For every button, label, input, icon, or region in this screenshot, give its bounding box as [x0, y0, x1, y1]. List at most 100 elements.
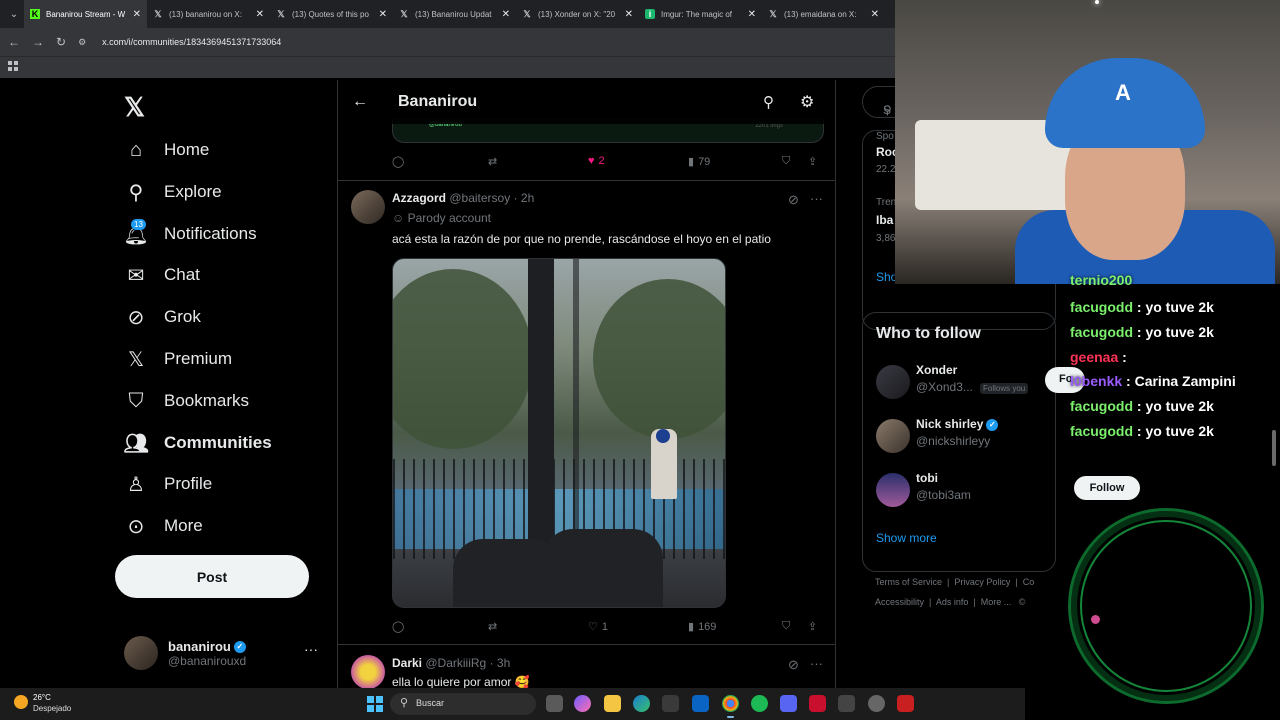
x-logo-icon[interactable]: 𝕏 — [124, 92, 145, 123]
edge-icon[interactable] — [633, 695, 650, 712]
tab-search-button[interactable]: ⌄ — [4, 4, 24, 24]
follow-button[interactable]: Follow — [1074, 476, 1140, 500]
grok-icon[interactable]: ⊘ — [788, 657, 799, 673]
bookmark-icon[interactable]: ⛉ — [782, 155, 790, 168]
nav-communities[interactable]: 👥︎ Communities — [123, 425, 271, 461]
close-icon[interactable]: ✕ — [871, 9, 879, 20]
reply-icon[interactable]: ◯ — [392, 620, 404, 633]
store-icon[interactable] — [662, 695, 679, 712]
tab-7[interactable]: 𝕏 (13) emaidana on X: ✕ — [762, 0, 885, 28]
follow-suggestion[interactable]: tobi @tobi3am — [876, 471, 1055, 511]
spotify-icon[interactable] — [751, 695, 768, 712]
share-icon[interactable]: ⇪ — [808, 620, 817, 633]
tab-3[interactable]: 𝕏 (13) Quotes of this po ✕ — [270, 0, 393, 28]
communities-icon: 👥︎ — [123, 432, 149, 455]
tab-4[interactable]: 𝕏 (13) Bananirou Updat ✕ — [393, 0, 516, 28]
grok-icon[interactable]: ⊘ — [788, 192, 799, 208]
chrome-icon[interactable] — [722, 695, 739, 718]
outlook-icon[interactable] — [692, 695, 709, 712]
heart-filled-icon: ♥ — [588, 155, 595, 167]
back-icon[interactable]: ← — [8, 35, 20, 49]
tab-5[interactable]: 𝕏 (13) Xonder on X: "20 ✕ — [516, 0, 639, 28]
close-icon[interactable]: ✕ — [748, 9, 756, 20]
taskbar-search[interactable]: ⚲ Buscar — [390, 693, 536, 715]
retweet-icon[interactable]: ⇄ — [488, 155, 497, 168]
reload-icon[interactable]: ↻ — [56, 35, 66, 49]
like-button[interactable]: ♥ 2 — [588, 155, 605, 167]
tweet-time[interactable]: 3h — [497, 656, 510, 670]
close-icon[interactable]: ✕ — [379, 9, 387, 20]
account-switcher[interactable]: bananirou ✓ @bananirouxd ··· — [124, 633, 324, 673]
tweet-author-name[interactable]: Azzagord — [392, 191, 446, 205]
nav-notifications-label: Notifications — [164, 224, 257, 243]
verified-icon: ✓ — [233, 641, 246, 654]
search-icon[interactable]: ⚲ — [763, 93, 774, 111]
tab-6[interactable]: i Imgur: The magic of ✕ — [639, 0, 762, 28]
accessibility-link[interactable]: Accessibility — [875, 597, 924, 607]
share-icon[interactable]: ⇪ — [808, 155, 817, 168]
gear-icon[interactable]: ⚙ — [800, 92, 814, 112]
retweet-icon[interactable]: ⇄ — [488, 620, 497, 633]
reply-icon[interactable]: ◯ — [392, 155, 404, 168]
tweet-author-handle[interactable]: @baitersoy — [449, 191, 510, 205]
app-icon[interactable] — [868, 695, 885, 712]
tweet-author-name[interactable]: Darki — [392, 656, 422, 670]
follow-suggestion[interactable]: Nick shirley ✓ @nickshirleyy — [876, 417, 1055, 457]
forward-icon[interactable]: → — [32, 35, 44, 49]
nav-premium[interactable]: 𝕏 Premium — [124, 341, 232, 377]
follows-you-badge: Follows you — [980, 383, 1029, 394]
ads-info-link[interactable]: Ads info — [936, 597, 969, 607]
avatar[interactable] — [351, 655, 385, 688]
tab-2[interactable]: 𝕏 (13) bananirou on X: ✕ — [147, 0, 270, 28]
terms-link[interactable]: Terms of Service — [875, 577, 942, 587]
trend-title[interactable]: Iba — [876, 213, 893, 227]
show-more-link[interactable]: Show more — [876, 531, 937, 545]
more-link[interactable]: More ... — [981, 597, 1012, 607]
cap-logo-icon: A — [1115, 80, 1131, 105]
nav-profile[interactable]: ♙ Profile — [124, 466, 212, 502]
more-dots-icon[interactable]: ··· — [810, 656, 823, 671]
bookmark-icon[interactable]: ⛉ — [782, 620, 790, 633]
apps-grid-icon[interactable] — [8, 61, 18, 71]
tweet-author-handle[interactable]: @DarkiiiRg — [425, 656, 486, 670]
close-icon[interactable]: ✕ — [625, 9, 633, 20]
close-icon[interactable]: ✕ — [133, 9, 141, 20]
post-button[interactable]: Post — [115, 555, 309, 598]
more-dots-icon[interactable]: ··· — [810, 191, 823, 206]
task-view-icon[interactable] — [546, 695, 563, 712]
tweet-video[interactable] — [392, 258, 726, 608]
avatar[interactable] — [351, 190, 385, 224]
app-icon[interactable] — [897, 695, 914, 712]
like-button[interactable]: ♡ 1 — [588, 620, 608, 634]
more-dots-icon[interactable]: ··· — [304, 641, 318, 657]
weather-widget[interactable]: 26°C Despejado — [14, 693, 84, 717]
chat-message: : yo tuve 2k — [1136, 398, 1214, 414]
nav-home[interactable]: ⌂ Home — [124, 132, 209, 168]
nav-grok[interactable]: ⊘ Grok — [124, 299, 201, 335]
close-icon[interactable]: ✕ — [256, 9, 264, 20]
follow-suggestion[interactable]: Xonder @Xond3... Follows you — [876, 363, 1055, 403]
app-icon[interactable] — [838, 695, 855, 712]
nav-chat[interactable]: ✉ Chat — [124, 257, 200, 293]
scrollbar[interactable] — [1272, 430, 1276, 466]
url-field[interactable]: x.com/i/communities/1834369451371733064 — [102, 37, 281, 47]
close-icon[interactable]: ✕ — [502, 9, 510, 20]
site-info-icon[interactable]: ⚙ — [78, 37, 86, 48]
back-arrow-icon[interactable]: ← — [352, 93, 368, 111]
nav-more[interactable]: ⊙ More — [124, 508, 203, 544]
views-button[interactable]: ▮ 79 — [688, 155, 710, 169]
copilot-icon[interactable] — [574, 695, 591, 712]
trend-count: 22.2 — [876, 164, 896, 175]
app-icon[interactable] — [809, 695, 826, 712]
start-button[interactable] — [367, 696, 383, 712]
nav-bookmarks[interactable]: ⛉ Bookmarks — [124, 383, 250, 419]
cookie-link[interactable]: Co — [1023, 577, 1035, 587]
privacy-link[interactable]: Privacy Policy — [954, 577, 1010, 587]
views-button[interactable]: ▮ 169 — [688, 620, 716, 634]
tab-1-label: Bananirou Stream - W — [46, 9, 126, 19]
discord-icon[interactable] — [780, 695, 797, 712]
file-explorer-icon[interactable] — [604, 695, 621, 712]
tweet-time[interactable]: 2h — [521, 191, 534, 205]
nav-explore[interactable]: ⚲ Explore — [124, 174, 222, 210]
tab-1[interactable]: K Bananirou Stream - W ✕ — [24, 0, 147, 28]
